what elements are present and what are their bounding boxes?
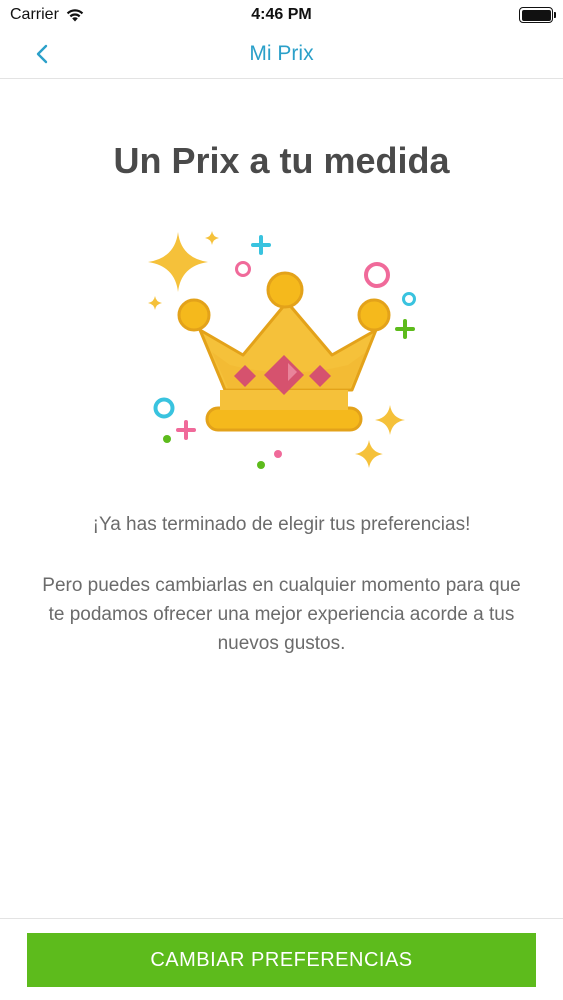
description-text: Pero puedes cambiarlas en cualquier mome… [42, 575, 521, 654]
chevron-left-icon [36, 44, 48, 64]
change-preferences-button[interactable]: CAMBIAR PREFERENCIAS [27, 933, 536, 987]
battery-level [521, 9, 551, 21]
nav-title: Mi Prix [249, 42, 314, 65]
status-bar: Carrier 4:46 PM [0, 0, 563, 30]
sparkle-icon [355, 440, 383, 468]
screen: Carrier 4:46 PM Mi Prix Un Prix a tu med… [0, 0, 563, 1000]
carrier-label: Carrier [10, 6, 59, 23]
sparkle-icon [375, 405, 405, 435]
completion-message: ¡Ya has terminado de elegir tus preferen… [92, 514, 471, 535]
page-title: Un Prix a tu medida [113, 140, 450, 181]
back-button[interactable] [26, 38, 58, 70]
sparkle-icon [148, 232, 208, 292]
bottom-bar: CAMBIAR PREFERENCIAS [0, 918, 563, 1000]
crown-icon [148, 231, 416, 469]
sparkle-icon [205, 231, 219, 245]
sparkle-icon [148, 296, 162, 310]
nav-bar: Mi Prix [0, 30, 563, 79]
battery-icon [519, 7, 556, 23]
wifi-icon [66, 9, 84, 22]
status-left: Carrier [10, 6, 85, 24]
